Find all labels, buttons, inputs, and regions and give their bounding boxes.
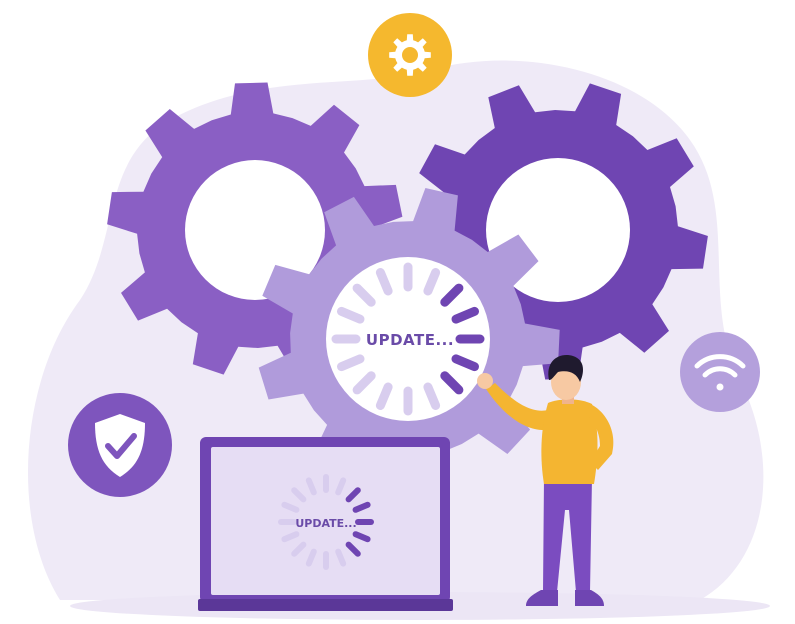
laptop-base <box>198 599 453 611</box>
update-illustration: UPDATE... UPDATE... <box>27 13 770 620</box>
gear-update-label: UPDATE... <box>366 331 454 349</box>
laptop-update-label: UPDATE... <box>295 517 356 530</box>
settings-badge <box>368 13 452 97</box>
laptop: UPDATE... <box>198 437 453 611</box>
gear-icon-hole <box>402 47 418 63</box>
pointing-hand <box>477 373 493 389</box>
security-badge <box>68 393 172 497</box>
wifi-badge <box>680 332 760 412</box>
gear-icon <box>389 34 431 76</box>
